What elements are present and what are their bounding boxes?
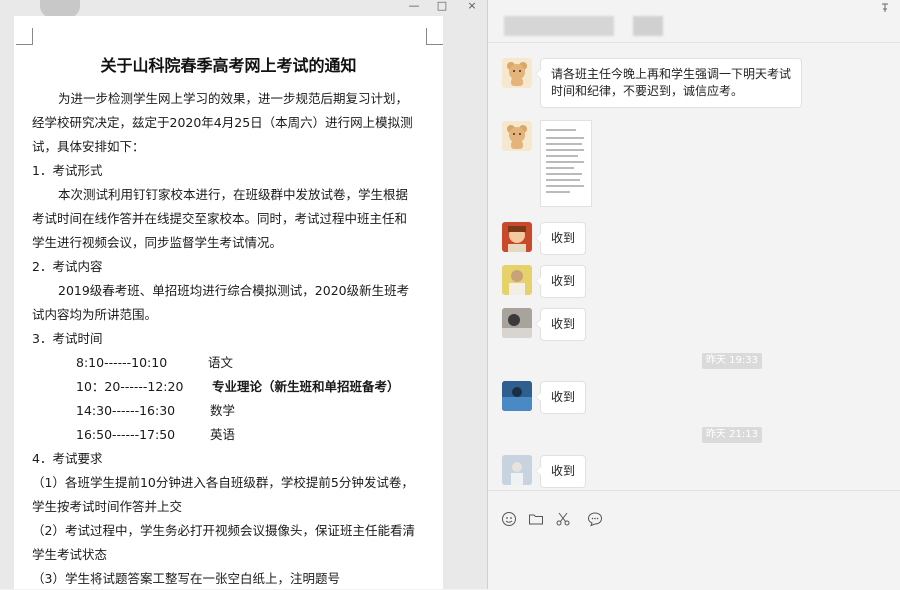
paragraph-line: 为进一步检测学生网上学习的效果，进一步规范后期复习计划， — [58, 91, 409, 106]
chat-header — [488, 0, 900, 43]
avatar[interactable] — [502, 308, 532, 338]
message-bubble[interactable]: 请各班主任今晚上再和学生强调一下明天考试 时间和纪律，不要迟到，诚信应考。 — [534, 58, 803, 108]
avatar[interactable] — [502, 222, 532, 252]
emoji-icon[interactable] — [500, 511, 518, 529]
schedule-subject: 专业理论（新生班和单招班备考） — [212, 379, 400, 394]
message-bubble[interactable]: 收到 — [534, 381, 587, 414]
avatar[interactable] — [502, 265, 532, 295]
paragraph-line: 学生按考试时间作答并上交 — [32, 499, 183, 514]
crop-mark-top-left — [16, 28, 33, 45]
section-heading: 1．考试形式 — [32, 163, 103, 178]
chat-history-icon[interactable] — [586, 511, 604, 529]
chat-title-redacted — [504, 16, 614, 36]
minimize-button[interactable]: — — [403, 0, 425, 12]
pin-icon[interactable] — [880, 2, 890, 16]
document-title: 关于山科院春季高考网上考试的通知 — [100, 56, 357, 75]
section-heading: 3．考试时间 — [32, 331, 103, 346]
message-composer[interactable] — [488, 490, 900, 590]
schedule-time: 14:30------16:30 — [76, 403, 176, 418]
avatar[interactable] — [502, 455, 532, 485]
folder-icon[interactable] — [527, 511, 545, 529]
section-heading: 4．考试要求 — [32, 451, 103, 466]
paragraph-line: 试，具体安排如下： — [32, 139, 145, 154]
maximize-button[interactable]: □ — [431, 0, 453, 12]
schedule-subject: 数学 — [210, 403, 236, 418]
avatar[interactable] — [502, 381, 532, 411]
schedule-time: 8:10------10:10 — [76, 355, 168, 370]
paragraph-line: 本次测试利用钉钉家校本进行，在班级群中发放试卷，学生根据 — [58, 187, 409, 202]
avatar[interactable] — [502, 58, 532, 88]
schedule-subject: 英语 — [210, 427, 236, 442]
paragraph-line: （2）考试过程中，学生务必打开视频会议摄像头，保证班主任能看清 — [32, 523, 415, 538]
scissors-icon[interactable] — [554, 511, 572, 529]
schedule-time: 10：20------12:20 — [76, 379, 184, 394]
chat-subtitle-redacted — [633, 16, 663, 36]
paragraph-line: 经学校研究决定，兹定于2020年4月25日（本周六）进行网上模拟测 — [32, 115, 413, 130]
message-bubble[interactable]: 收到 — [534, 265, 587, 298]
timestamp: 昨天 19:33 — [702, 353, 762, 369]
paragraph-line: 学生进行视频会议，同步监督学生考试情况。 — [32, 235, 283, 250]
message-bubble[interactable]: 收到 — [534, 308, 587, 341]
paragraph-line: 2019级春考班、单招班均进行综合模拟测试，2020级新生班考 — [58, 283, 410, 298]
paragraph-line: 考试时间在线作答并在线提交至家校本。同时，考试过程中班主任和 — [32, 211, 408, 226]
crop-mark-top-right — [426, 28, 443, 45]
paragraph-line: （1）各班学生提前10分钟进入各自班级群，学校提前5分钟发试卷， — [32, 475, 414, 490]
chat-panel: 请各班主任今晚上再和学生强调一下明天考试 时间和纪律，不要迟到，诚信应考。 收到… — [488, 0, 900, 590]
paragraph-line: （3）学生将试题答案工整写在一张空白纸上，注明题号 — [32, 571, 340, 586]
close-button[interactable]: × — [461, 0, 483, 12]
document-page: 关于山科院春季高考网上考试的通知 为进一步检测学生网上学习的效果，进一步规范后期… — [14, 16, 443, 589]
paragraph-line: 学生考试状态 — [32, 547, 108, 562]
timestamp: 昨天 21:13 — [702, 427, 762, 443]
image-message-thumbnail[interactable] — [540, 120, 592, 207]
section-heading: 2．考试内容 — [32, 259, 103, 274]
avatar[interactable] — [502, 121, 532, 151]
schedule-subject: 语文 — [208, 355, 234, 370]
message-bubble[interactable]: 收到 — [534, 222, 587, 255]
document-window: — □ × 关于山科院春季高考网上考试的通知 为进一步检测学生网上学习的效果，进… — [0, 0, 488, 589]
schedule-time: 16:50------17:50 — [76, 427, 176, 442]
paragraph-line: 试内容均为所讲范围。 — [32, 307, 158, 322]
message-bubble[interactable]: 收到 — [534, 455, 587, 488]
